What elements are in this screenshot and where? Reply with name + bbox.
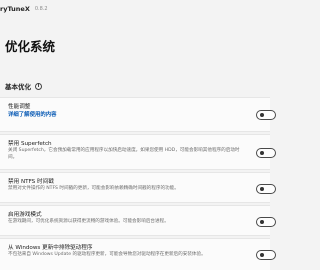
setting-description: 禁用对文件操作的 NTFS 时间戳的更新，可能会影响依赖精确时间戳的程序的功能。 [8, 186, 179, 191]
setting-card-ntfs-timestamp: 禁用 NTFS 时间戳 禁用对文件操作的 NTFS 时间戳的更新，可能会影响依赖… [0, 172, 276, 203]
setting-title: 性能调整 [8, 104, 31, 110]
setting-text: 禁用 Superfetch 关闭 Superfetch，它会预加载常用的应用程序… [8, 140, 246, 162]
setting-description: 不包括来自 Windows Update 的驱动程序更新，可能会导致您对驱动程序… [8, 252, 206, 257]
setting-card-game-mode: 启用游戏模式 在游戏期间，可优化系统资源以获得更流畅的游戏体验。可能会影响后台进… [0, 205, 276, 236]
setting-card-exclude-drivers: 从 Windows 更新中排除驱动程序 不包括来自 Windows Update… [0, 238, 276, 270]
setting-text: 启用游戏模式 在游戏期间，可优化系统资源以获得更流畅的游戏体验。可能会影响后台进… [8, 211, 246, 226]
app-version: 0.8.2 [34, 5, 48, 12]
page-title: 优化系统 [5, 39, 56, 54]
section-title: 基本优化 [5, 83, 31, 91]
learn-more-link[interactable]: 详细了解使用的内容 [8, 111, 246, 119]
setting-title: 禁用 Superfetch [8, 141, 52, 147]
setting-card-superfetch: 禁用 Superfetch 关闭 Superfetch，它会预加载常用的应用程序… [0, 134, 276, 170]
setting-title: 从 Windows 更新中排除驱动程序 [8, 245, 93, 251]
setting-text: 禁用 NTFS 时间戳 禁用对文件操作的 NTFS 时间戳的更新，可能会影响依赖… [8, 178, 246, 193]
toggle-knob [259, 187, 264, 192]
title-bar: ryTuneX 0.8.2 [0, 0, 270, 17]
toggle-knob [259, 113, 264, 118]
setting-card-performance: 性能调整 详细了解使用的内容 [0, 97, 276, 132]
setting-title: 禁用 NTFS 时间戳 [8, 179, 54, 185]
toggle-switch-exclude-drivers[interactable] [256, 250, 276, 260]
toggle-knob [259, 253, 264, 258]
setting-text: 性能调整 详细了解使用的内容 [8, 103, 246, 119]
info-icon[interactable]: i [35, 82, 42, 90]
toggle-switch-performance[interactable] [256, 110, 276, 120]
section-header: 基本优化 i [5, 80, 42, 92]
app-name: ryTuneX [0, 4, 30, 13]
setting-title: 启用游戏模式 [8, 212, 42, 218]
toggle-knob [259, 220, 264, 225]
setting-description: 关闭 Superfetch，它会预加载常用的应用程序以加快启动速度。如果您使用 … [8, 148, 240, 160]
toggle-switch-game-mode[interactable] [256, 217, 276, 227]
setting-text: 从 Windows 更新中排除驱动程序 不包括来自 Windows Update… [8, 244, 246, 259]
setting-description: 在游戏期间，可优化系统资源以获得更流畅的游戏体验。可能会影响后台进程。 [8, 219, 169, 224]
toggle-knob [259, 151, 264, 156]
toggle-switch-superfetch[interactable] [256, 148, 276, 158]
toggle-switch-ntfs-timestamp[interactable] [256, 184, 276, 194]
